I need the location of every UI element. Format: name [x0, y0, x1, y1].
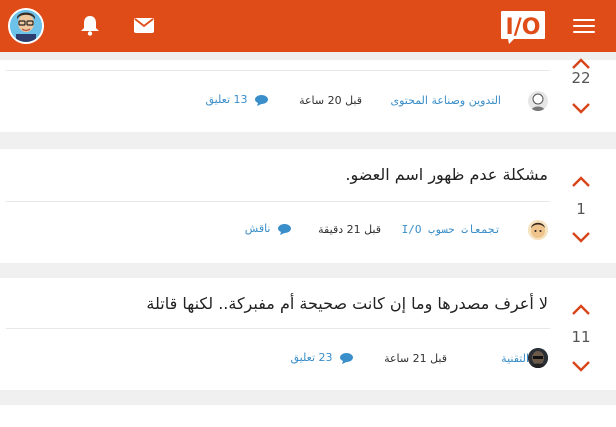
author-avatar[interactable] [528, 348, 548, 368]
post-category[interactable]: التدوين وصناعة المحتوى [390, 94, 501, 107]
downvote-arrow-icon[interactable] [571, 231, 591, 243]
envelope-icon[interactable] [134, 18, 154, 33]
divider [6, 201, 550, 202]
divider [6, 328, 550, 329]
post-card [0, 405, 616, 427]
downvote-arrow-icon[interactable] [571, 102, 591, 114]
upvote-arrow-icon[interactable] [571, 176, 591, 188]
comment-count: 13 تعليق [205, 93, 248, 106]
vote-widget: 11 [566, 278, 596, 390]
upvote-arrow-icon[interactable] [571, 304, 591, 316]
vote-widget: 1 [566, 149, 596, 263]
author-avatar[interactable] [528, 91, 548, 111]
vote-count: 1 [576, 200, 586, 218]
user-avatar[interactable] [8, 8, 44, 44]
post-card: 22 التدوين وصناعة المحتوى قبل 20 ساعة 13… [0, 58, 616, 132]
author-avatar[interactable] [528, 220, 548, 240]
downvote-arrow-icon[interactable] [571, 360, 591, 372]
divider [6, 70, 550, 71]
post-card: لا أعرف مصدرها وما إن كانت صحيحة أم مفبر… [0, 278, 616, 390]
post-comments[interactable]: 23 تعليق [290, 351, 353, 364]
post-time: قبل 21 دقيقة [318, 223, 381, 236]
post-time: قبل 21 ساعة [384, 352, 447, 365]
comment-icon [278, 223, 291, 235]
post-category[interactable]: التقنية [501, 352, 529, 365]
logo[interactable]: I/O [500, 10, 546, 44]
post-title[interactable]: مشكلة عدم ظهور اسم العضو. [345, 165, 548, 184]
top-bar: I/O [0, 0, 616, 52]
menu-icon[interactable] [573, 17, 595, 35]
post-title[interactable]: لا أعرف مصدرها وما إن كانت صحيحة أم مفبر… [146, 294, 548, 313]
comment-count: 23 تعليق [290, 351, 333, 364]
logo-text: I/O [506, 15, 541, 40]
post-card: مشكلة عدم ظهور اسم العضو. 1 تجمعات حسوب … [0, 149, 616, 263]
post-time: قبل 20 ساعة [299, 94, 362, 107]
vote-widget: 22 [566, 58, 596, 132]
vote-count: 22 [571, 69, 591, 87]
comment-icon [255, 94, 268, 106]
post-comments[interactable]: ناقش [245, 222, 291, 235]
bell-icon[interactable] [80, 15, 100, 36]
comment-label: ناقش [244, 222, 271, 235]
post-comments[interactable]: 13 تعليق [205, 93, 268, 106]
post-category[interactable]: تجمعات حسوب I/O [402, 223, 501, 236]
vote-count: 11 [571, 328, 591, 346]
comment-icon [340, 352, 353, 364]
